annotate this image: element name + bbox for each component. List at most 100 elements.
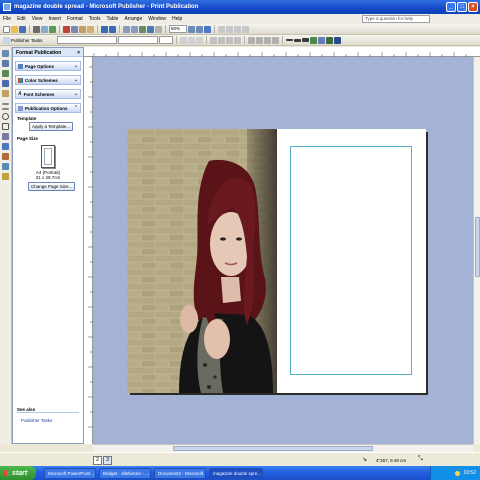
zoom-in-icon[interactable] [196,25,203,33]
taskbar-item-powerpoint[interactable]: Microsoft PowerPoint ... [44,467,96,479]
3d-style-icon[interactable] [334,36,342,44]
maximize-button[interactable]: □ [457,2,467,12]
menu-help[interactable]: Help [172,16,182,22]
font-combo[interactable] [118,36,159,44]
wordart-icon[interactable] [2,80,9,87]
taskbar-item-publisher[interactable]: magazine double spre... [209,467,263,479]
vertical-scroll-thumb[interactable] [475,217,480,277]
center-text-icon[interactable] [218,36,226,44]
bullets-icon[interactable] [256,36,264,44]
open-icon[interactable] [11,25,18,33]
page-nav-2[interactable]: 2 [93,456,102,465]
line-style-icon[interactable] [286,39,294,41]
task-pane-close-icon[interactable]: × [77,50,80,56]
shadow-style-icon[interactable] [326,36,334,44]
select-objects-icon[interactable] [2,50,9,57]
vertical-scrollbar[interactable] [473,57,480,444]
print-preview-icon[interactable] [41,25,48,33]
hot-spot-icon[interactable] [2,143,9,150]
zoom-out-icon[interactable] [188,25,195,33]
cut-icon[interactable] [63,25,70,33]
menu-edit[interactable]: Edit [17,16,26,22]
bold-icon[interactable] [180,36,188,44]
section-color-schemes[interactable]: Color Schemes ⌄ [15,75,81,85]
line-tool-icon[interactable] [2,103,9,105]
horizontal-ruler[interactable] [84,47,480,57]
publication-canvas[interactable] [93,57,473,444]
text-box-icon[interactable] [2,60,9,67]
help-search-input[interactable]: Type a question for help [362,15,430,23]
spelling-icon[interactable] [49,25,56,33]
hyperlink-icon[interactable] [147,25,154,33]
apply-template-button[interactable]: Apply a Template... [29,122,74,131]
menu-arrange[interactable]: Arrange [124,16,142,22]
align-center-icon[interactable] [226,25,233,33]
font-color-icon[interactable] [318,36,326,44]
zoom-combo[interactable]: 50% [169,25,187,33]
bring-forward-icon[interactable] [123,25,130,33]
html-fragment-icon[interactable] [2,163,9,170]
menu-format[interactable]: Format [67,16,83,22]
horizontal-scroll-thumb[interactable] [173,446,373,451]
page-nav-3[interactable]: 3 [103,456,112,465]
autoshapes-icon[interactable] [2,133,9,140]
oval-tool-icon[interactable] [2,113,9,120]
fill-color-icon[interactable] [310,36,318,44]
align-text-left-icon[interactable] [210,36,218,44]
style-combo[interactable] [57,36,118,44]
underline-icon[interactable] [196,36,204,44]
send-backward-icon[interactable] [131,25,138,33]
decrease-indent-icon[interactable] [264,36,272,44]
cover-photo[interactable] [127,129,277,393]
start-button[interactable]: start [0,466,36,480]
print-icon[interactable] [33,25,40,33]
rectangle-tool-icon[interactable] [2,123,9,130]
menu-file[interactable]: File [3,16,11,22]
help-icon[interactable] [204,25,211,33]
numbering-icon[interactable] [248,36,256,44]
line-color-icon[interactable] [242,25,249,33]
design-gallery-icon[interactable] [2,173,9,180]
increase-indent-icon[interactable] [272,36,280,44]
publisher-tasks-link[interactable]: Publisher Tasks [21,418,52,423]
format-painter-icon[interactable] [87,25,94,33]
minimize-button[interactable]: _ [446,2,456,12]
menu-insert[interactable]: Insert [48,16,61,22]
align-right-icon[interactable] [234,25,241,33]
redo-icon[interactable] [109,25,116,33]
right-page[interactable] [277,129,426,393]
align-text-right-icon[interactable] [226,36,234,44]
undo-icon[interactable] [101,25,108,33]
publisher-tasks-label[interactable]: Publisher Tasks [11,38,42,43]
align-left-icon[interactable] [218,25,225,33]
insert-table-icon[interactable] [139,25,146,33]
form-control-icon[interactable] [2,153,9,160]
close-button[interactable]: × [468,2,478,12]
section-font-schemes[interactable]: A Font Schemes ⌄ [15,89,81,99]
taskbar-item-document3[interactable]: Document3 - Microsoft ... [154,467,206,479]
vertical-ruler[interactable] [84,57,93,444]
menu-window[interactable]: Window [148,16,166,22]
italic-icon[interactable] [188,36,196,44]
arrow-tool-icon[interactable] [2,108,9,110]
special-characters-icon[interactable] [155,25,162,33]
menu-tools[interactable]: Tools [89,16,101,22]
horizontal-scrollbar[interactable] [93,444,473,452]
change-page-size-button[interactable]: Change Page Size... [28,182,76,191]
new-icon[interactable] [3,25,10,33]
picture-frame-icon[interactable] [2,90,9,97]
menu-table[interactable]: Table [106,16,118,22]
section-publication-options[interactable]: Publication Options ⌃ [15,103,81,113]
menu-view[interactable]: View [32,16,43,22]
paste-icon[interactable] [79,25,86,33]
section-page-options[interactable]: Page Options ⌄ [15,61,81,71]
copy-icon[interactable] [71,25,78,33]
page-size-thumbnail[interactable] [41,145,55,168]
dash-style-icon[interactable] [294,38,302,42]
save-icon[interactable] [19,25,26,33]
insert-table-tool-icon[interactable] [2,70,9,77]
taskbar-item-word-bridget[interactable]: Bridget - allnfwrdoc - ... [99,467,151,479]
arrow-style-icon[interactable] [302,38,310,42]
justify-icon[interactable] [234,36,242,44]
tray-icon[interactable] [455,470,461,476]
